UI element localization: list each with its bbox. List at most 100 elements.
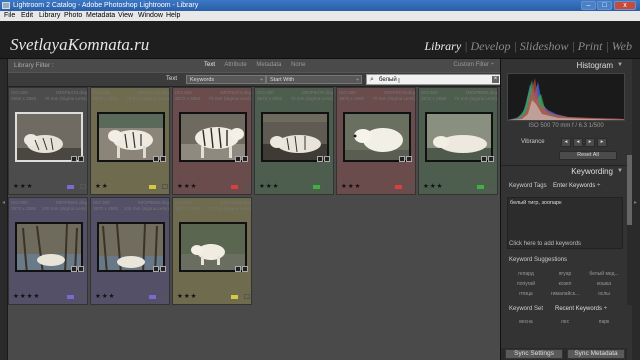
photo-thumbnail[interactable] [15, 222, 83, 272]
menu-file[interactable]: File [4, 12, 15, 19]
minimize-button[interactable]: – [581, 1, 596, 10]
star-rating[interactable]: ★★★ [177, 182, 197, 190]
color-label[interactable] [149, 295, 156, 299]
develop-badge-icon[interactable] [242, 266, 248, 272]
sync-metadata-button[interactable]: Sync Metadata [567, 349, 625, 359]
rotate-icon[interactable] [490, 184, 496, 189]
color-label[interactable] [67, 295, 74, 299]
keyword-set-item[interactable]: лес [546, 319, 584, 325]
rotate-icon[interactable] [80, 294, 86, 299]
metadata-badge-icon[interactable] [153, 266, 159, 272]
menu-edit[interactable]: Edit [21, 12, 33, 19]
thumbnail-cell[interactable]: ISO 400 3872 x 2592 IMGP6475.dng 70 mm (Sig… [254, 87, 334, 195]
filter-tab-metadata[interactable]: Metadata [256, 62, 281, 68]
color-label[interactable] [67, 185, 74, 189]
keyword-set-item[interactable]: весна [507, 319, 545, 325]
metadata-badge-icon[interactable] [153, 156, 159, 162]
operator-dropdown[interactable]: Start With ÷ [266, 75, 362, 84]
suggestion-item[interactable]: белый мед... [585, 271, 623, 277]
menu-help[interactable]: Help [166, 12, 180, 19]
sync-settings-button[interactable]: Sync Settings [505, 349, 563, 359]
suggestion-item[interactable]: птица [507, 291, 545, 297]
filter-tab-attribute[interactable]: Attribute [224, 62, 246, 68]
add-keywords-hint[interactable]: Click here to add keywords [509, 241, 581, 247]
filter-tab-none[interactable]: None [291, 62, 305, 68]
left-panel-collapsed[interactable]: ◂ [0, 59, 8, 360]
star-rating[interactable]: ★★★ [13, 182, 33, 190]
module-develop[interactable]: Develop [471, 39, 511, 53]
develop-badge-icon[interactable] [78, 156, 84, 162]
metadata-badge-icon[interactable] [71, 156, 77, 162]
star-rating[interactable]: ★★★★ [13, 292, 40, 300]
expand-left-panel-icon[interactable]: ◂ [2, 199, 5, 206]
develop-badge-icon[interactable] [78, 266, 84, 272]
suggestion-item[interactable]: гималайск... [546, 291, 584, 297]
star-rating[interactable]: ★★★ [177, 292, 197, 300]
menu-window[interactable]: Window [138, 12, 163, 19]
filter-tab-text[interactable]: Text [204, 62, 215, 68]
color-label[interactable] [149, 185, 156, 189]
suggestion-item[interactable]: кошка [585, 281, 623, 287]
module-print[interactable]: Print [578, 39, 603, 53]
field-dropdown[interactable]: Keywords ÷ [186, 75, 266, 84]
color-label[interactable] [313, 185, 320, 189]
keyword-tags-mode-dropdown[interactable]: Enter Keywords ÷ [553, 183, 600, 189]
suggestion-item[interactable]: гепард [507, 271, 545, 277]
menu-metadata[interactable]: Metadata [86, 12, 115, 19]
close-button[interactable]: x [614, 1, 636, 10]
star-rating[interactable]: ★★ [95, 182, 109, 190]
menu-library[interactable]: Library [39, 12, 60, 19]
maximize-button[interactable]: □ [597, 1, 612, 10]
develop-badge-icon[interactable] [160, 266, 166, 272]
keyword-set-dropdown[interactable]: Recent Keywords ÷ [555, 306, 607, 312]
photo-thumbnail[interactable] [179, 112, 247, 162]
rotate-icon[interactable] [244, 184, 250, 189]
thumbnail-cell[interactable]: ISO 500 2592 x 2592 IMGP6472.dng 70 mm (Sig… [8, 87, 88, 195]
clear-search-icon[interactable]: × [492, 76, 499, 83]
photo-thumbnail[interactable] [97, 112, 165, 162]
color-label[interactable] [477, 185, 484, 189]
suggestion-item[interactable]: ослы [585, 291, 623, 297]
photo-thumbnail[interactable] [261, 112, 329, 162]
develop-badge-icon[interactable] [406, 156, 412, 162]
color-label[interactable] [231, 295, 238, 299]
metadata-badge-icon[interactable] [235, 266, 241, 272]
star-rating[interactable]: ★★★ [423, 182, 443, 190]
photo-thumbnail[interactable] [15, 112, 83, 162]
rotate-icon[interactable] [326, 184, 332, 189]
metadata-badge-icon[interactable] [317, 156, 323, 162]
histogram-header[interactable]: Histogram ▼ [501, 60, 627, 72]
collapse-right-panel-icon[interactable]: ▸ [634, 199, 637, 206]
keywording-header[interactable]: Keywording ▼ [501, 165, 627, 177]
rotate-icon[interactable] [80, 184, 86, 189]
collapse-triangle-icon[interactable]: ▼ [617, 62, 623, 68]
thumbnail-cell[interactable]: ISO 640 3872 x 2592 IMGP6473.dng 70 mm (Sig… [90, 87, 170, 195]
photo-thumbnail[interactable] [97, 222, 165, 272]
rotate-icon[interactable] [162, 184, 168, 189]
thumbnail-cell[interactable]: ISO 640 3872 x 2592 IMGP6474.dng 70 mm (Sig… [172, 87, 252, 195]
photo-thumbnail[interactable] [425, 112, 493, 162]
star-rating[interactable]: ★★★ [95, 292, 115, 300]
suggestion-item[interactable]: ягуар [546, 271, 584, 277]
photo-thumbnail[interactable] [179, 222, 247, 272]
collapse-triangle-icon[interactable]: ▼ [617, 168, 623, 174]
vibrance-decrease-button[interactable]: ◂ [561, 138, 571, 147]
photo-thumbnail[interactable] [343, 112, 411, 162]
search-input[interactable]: ⌕ белый × [366, 74, 502, 85]
metadata-badge-icon[interactable] [481, 156, 487, 162]
suggestion-item[interactable]: козел [546, 281, 584, 287]
color-label[interactable] [395, 185, 402, 189]
menu-photo[interactable]: Photo [64, 12, 82, 19]
develop-badge-icon[interactable] [160, 156, 166, 162]
star-rating[interactable]: ★★★ [341, 182, 361, 190]
custom-filter-dropdown[interactable]: Custom Filter ÷ [453, 62, 494, 68]
metadata-badge-icon[interactable] [399, 156, 405, 162]
suggestion-item[interactable]: попугай [507, 281, 545, 287]
thumbnail-cell[interactable]: ISO 500 3872 x 2592 IMGP6578.dng 70 mm (Sig… [336, 87, 416, 195]
develop-badge-icon[interactable] [324, 156, 330, 162]
rotate-icon[interactable] [244, 294, 250, 299]
rotate-icon[interactable] [408, 184, 414, 189]
star-rating[interactable]: ★★★ [259, 182, 279, 190]
module-slideshow[interactable]: Slideshow [520, 39, 569, 53]
menu-view[interactable]: View [118, 12, 133, 19]
